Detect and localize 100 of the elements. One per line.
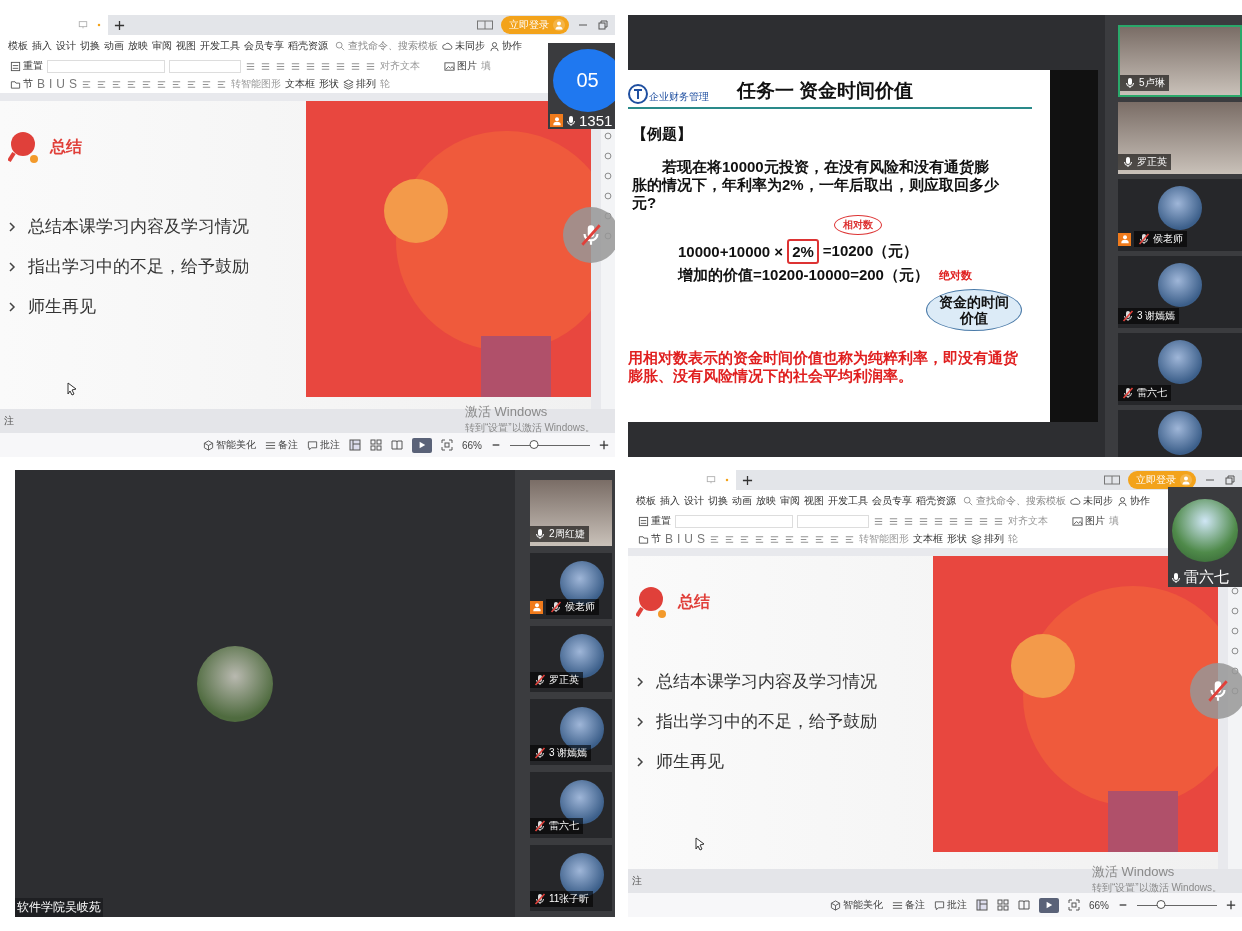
format-button[interactable]: I bbox=[49, 77, 53, 91]
format-button[interactable]: U bbox=[684, 532, 694, 546]
sync-button[interactable]: 未同步 bbox=[1070, 494, 1113, 508]
menu-tab[interactable]: 插入 bbox=[32, 39, 52, 53]
menu-tab[interactable]: 审阅 bbox=[780, 494, 800, 508]
format-button[interactable]: S bbox=[69, 77, 78, 91]
muted-mic-icon bbox=[534, 820, 546, 832]
command-search[interactable]: 查找命令、搜索模板 bbox=[335, 39, 438, 53]
text-box-button[interactable]: 文本框 bbox=[285, 77, 316, 91]
activation-hint: 转到“设置”以激活 Windows。 bbox=[465, 421, 595, 435]
participant-tile[interactable]: 侯老师 bbox=[1118, 179, 1242, 251]
picture-button[interactable]: 图片 bbox=[1072, 514, 1105, 528]
book-icon[interactable] bbox=[391, 439, 403, 451]
fit-icon[interactable] bbox=[1068, 899, 1080, 911]
collab-button[interactable]: 协作 bbox=[1117, 494, 1150, 508]
menu-tab[interactable]: 开发工具 bbox=[828, 494, 868, 508]
shape-button[interactable]: 形状 bbox=[947, 532, 968, 546]
participant-name: 罗正英 bbox=[1118, 154, 1171, 170]
play-button[interactable] bbox=[412, 437, 432, 453]
activation-title: 激活 Windows bbox=[1092, 863, 1176, 881]
section-button[interactable]: 节 bbox=[10, 77, 33, 91]
comment-button[interactable]: 批注 bbox=[307, 438, 340, 452]
menu-tab[interactable]: 稻壳资源 bbox=[288, 39, 328, 53]
menu-tab[interactable]: 放映 bbox=[128, 39, 148, 53]
slider-thumb[interactable] bbox=[1156, 900, 1166, 909]
format-button[interactable]: U bbox=[56, 77, 66, 91]
zoom-value[interactable]: 66% bbox=[462, 439, 482, 451]
normal-view-icon[interactable] bbox=[349, 439, 361, 451]
zoom-slider[interactable] bbox=[510, 440, 590, 450]
slider-thumb[interactable] bbox=[529, 440, 539, 449]
menu-tab[interactable]: 放映 bbox=[756, 494, 776, 508]
notes-button[interactable]: 备注 bbox=[892, 898, 925, 912]
participant-tile[interactable]: 雷六七 bbox=[530, 772, 612, 838]
sync-button[interactable]: 未同步 bbox=[442, 39, 485, 53]
zoom-slider[interactable] bbox=[1137, 900, 1217, 910]
menu-tab[interactable]: 切换 bbox=[80, 39, 100, 53]
beautify-button[interactable]: 智能美化 bbox=[830, 898, 883, 912]
menu-tab[interactable]: 模板 bbox=[636, 494, 656, 508]
menu-tab[interactable]: 开发工具 bbox=[200, 39, 240, 53]
beautify-button[interactable]: 智能美化 bbox=[203, 438, 256, 452]
menu-tab[interactable]: 动画 bbox=[104, 39, 124, 53]
font-field[interactable] bbox=[675, 514, 793, 528]
plus-icon[interactable] bbox=[599, 440, 609, 450]
grid-view-icon[interactable] bbox=[997, 899, 1009, 911]
font-size-field[interactable] bbox=[169, 59, 241, 73]
reset-button[interactable]: 重置 bbox=[10, 59, 43, 73]
participant-tile[interactable]: 侯老师 bbox=[530, 553, 612, 619]
book-icon[interactable] bbox=[1018, 899, 1030, 911]
format-button[interactable]: B bbox=[665, 532, 673, 546]
play-button[interactable] bbox=[1039, 897, 1059, 913]
plus-icon[interactable] bbox=[1226, 900, 1236, 910]
menu-tab[interactable]: 会员专享 bbox=[244, 39, 284, 53]
menu-tab[interactable]: 会员专享 bbox=[872, 494, 912, 508]
participant-tile[interactable]: 5卢琳 bbox=[1118, 25, 1242, 97]
format-button[interactable]: S bbox=[697, 532, 706, 546]
menu-tab[interactable]: 设计 bbox=[684, 494, 704, 508]
menu-tab[interactable]: 插入 bbox=[660, 494, 680, 508]
menu-tab[interactable]: 模板 bbox=[8, 39, 28, 53]
arrange-button[interactable]: 排列 bbox=[343, 77, 377, 91]
participant-tile[interactable]: 2周红婕 bbox=[530, 480, 612, 546]
command-search[interactable]: 查找命令、搜索模板 bbox=[963, 494, 1066, 508]
participant-tile[interactable]: 11张子昕 bbox=[530, 845, 612, 911]
menu-tab[interactable]: 切换 bbox=[708, 494, 728, 508]
reset-button[interactable]: 重置 bbox=[638, 514, 671, 528]
text-box-button[interactable]: 文本框 bbox=[913, 532, 944, 546]
menu-tab[interactable]: 视图 bbox=[804, 494, 824, 508]
participant-tile[interactable]: 3 谢嫣嫣 bbox=[1118, 256, 1242, 328]
fit-icon[interactable] bbox=[441, 439, 453, 451]
font-size-field[interactable] bbox=[797, 514, 869, 528]
format-button[interactable]: B bbox=[37, 77, 45, 91]
participant-tile[interactable]: 雷六七 bbox=[1118, 333, 1242, 405]
plus-icon[interactable] bbox=[114, 19, 125, 31]
layout-icon[interactable] bbox=[477, 19, 493, 31]
comment-button[interactable]: 批注 bbox=[934, 898, 967, 912]
restore-icon[interactable] bbox=[1224, 474, 1236, 486]
normal-view-icon[interactable] bbox=[976, 899, 988, 911]
plus-icon[interactable] bbox=[742, 474, 753, 486]
menu-tab[interactable]: 稻壳资源 bbox=[916, 494, 956, 508]
layout-icon[interactable] bbox=[1104, 474, 1120, 486]
picture-button[interactable]: 图片 bbox=[444, 59, 477, 73]
participant-tile[interactable] bbox=[1118, 410, 1242, 457]
activation-hint: 转到“设置”以激活 Windows。 bbox=[1092, 881, 1222, 895]
participant-tile[interactable]: 罗正英 bbox=[530, 626, 612, 692]
font-field[interactable] bbox=[47, 59, 165, 73]
collab-button[interactable]: 协作 bbox=[489, 39, 522, 53]
presenter-name: 软件学院吴岐苑 bbox=[15, 898, 103, 917]
format-button[interactable]: I bbox=[677, 532, 681, 546]
section-button[interactable]: 节 bbox=[638, 532, 661, 546]
menu-tab[interactable]: 动画 bbox=[732, 494, 752, 508]
participant-tile[interactable]: 罗正英 bbox=[1118, 102, 1242, 174]
participant-tile[interactable]: 3 谢嫣嫣 bbox=[530, 699, 612, 765]
arrange-button[interactable]: 排列 bbox=[971, 532, 1005, 546]
menu-tab[interactable]: 设计 bbox=[56, 39, 76, 53]
grid-view-icon[interactable] bbox=[370, 439, 382, 451]
shape-button[interactable]: 形状 bbox=[319, 77, 340, 91]
notes-button[interactable]: 备注 bbox=[265, 438, 298, 452]
restore-icon[interactable] bbox=[597, 19, 609, 31]
menu-tab[interactable]: 审阅 bbox=[152, 39, 172, 53]
zoom-value[interactable]: 66% bbox=[1089, 899, 1109, 911]
menu-tab[interactable]: 视图 bbox=[176, 39, 196, 53]
